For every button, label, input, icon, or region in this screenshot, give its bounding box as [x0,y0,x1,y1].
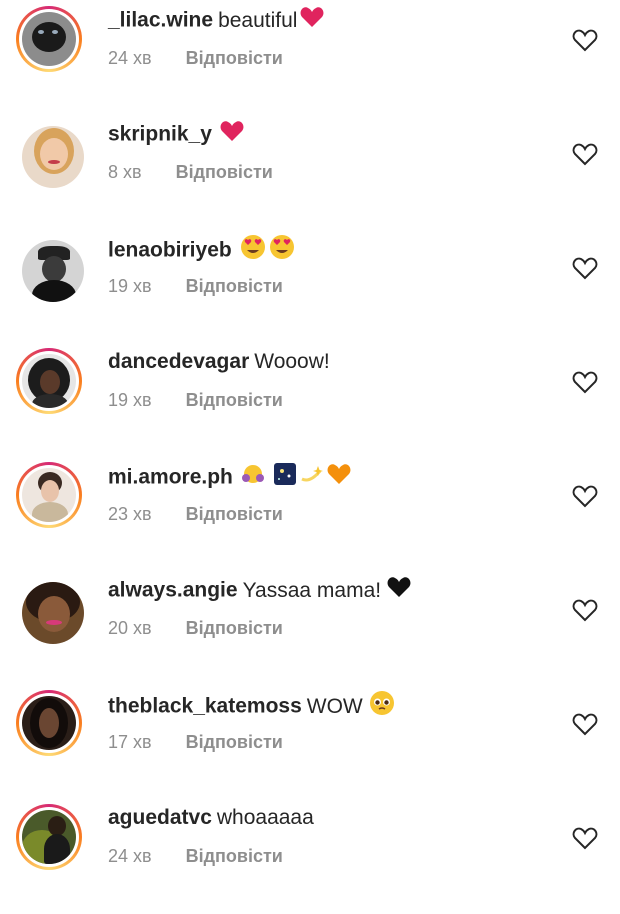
comment-username[interactable]: lenaobiriyeb [108,239,232,262]
comment-username[interactable]: theblack_katemoss [108,695,302,718]
avatar [22,354,76,408]
heart-outline-icon[interactable] [572,598,598,622]
comment-text: Yassaa mama! [242,578,382,602]
heart-outline-icon[interactable] [572,370,598,394]
heart-outline-icon[interactable] [572,28,598,52]
comments-list: _lilac.wine beautiful 24 хв Відповісти skr… [0,0,620,886]
red-heart-emoji [300,6,324,36]
heart-outline-icon[interactable] [572,484,598,508]
orange-heart-emoji [327,463,351,493]
comment-text: Wooow! [254,350,330,373]
night-sky-emoji [273,462,297,494]
comment-username[interactable]: always.angie [108,579,238,602]
avatar [22,468,76,522]
heart-outline-icon[interactable] [572,826,598,850]
heart-outline-icon[interactable] [572,712,598,736]
hugging-face-emoji [241,463,265,493]
dizzy-emoji [300,463,324,493]
comment-time: 23 хв [108,504,152,524]
comment-time: 19 хв [108,390,152,410]
reply-button[interactable]: Відповісти [186,618,283,638]
reply-button[interactable]: Відповісти [186,276,283,296]
comment-username[interactable]: dancedevagar [108,350,249,373]
comment-row: theblack_katemoss WOW 17 хв Відповісти [0,686,620,800]
comment-username[interactable]: aguedatvc [108,806,212,829]
avatar-story-ring[interactable] [16,804,82,870]
avatar [22,696,76,750]
comment-row: lenaobiriyeb 19 хв Відповісти [0,230,620,344]
reply-button[interactable]: Відповісти [186,846,283,866]
avatar-story-ring[interactable] [16,348,82,414]
avatar[interactable] [22,582,84,644]
comment-text: whoaaaaa [216,806,314,829]
avatar[interactable] [22,126,84,188]
comment-row: dancedevagar Wooow! 19 хв Відповісти [0,344,620,458]
avatar [22,810,76,864]
heart-eyes-emoji [240,234,266,268]
avatar [22,12,76,66]
reply-button[interactable]: Відповісти [186,390,283,410]
comment-row: always.angie Yassaa mama! 20 хв Відповісти [0,572,620,686]
heart-outline-icon[interactable] [572,256,598,280]
comment-time: 24 хв [108,48,152,68]
pleading-face-emoji [369,690,395,724]
heart-outline-icon[interactable] [572,142,598,166]
comment-row: skripnik_y 8 хв Відповісти [0,116,620,230]
comment-time: 20 хв [108,618,152,638]
comment-time: 17 хв [108,732,152,752]
red-heart-emoji [220,120,244,150]
reply-button[interactable]: Відповісти [186,48,283,68]
comment-time: 24 хв [108,846,152,866]
comment-time: 19 хв [108,276,152,296]
reply-button[interactable]: Відповісти [186,732,283,752]
comment-row: _lilac.wine beautiful 24 хв Відповісти [0,2,620,116]
reply-button[interactable]: Відповісти [176,162,273,182]
comment-row: aguedatvc whoaaaaa 24 хв Відповісти [0,800,620,914]
avatar-story-ring[interactable] [16,462,82,528]
black-heart-emoji [387,576,411,606]
comment-username[interactable]: mi.amore.ph [108,466,233,489]
avatar-story-ring[interactable] [16,690,82,756]
avatar[interactable] [22,240,84,302]
comment-time: 8 хв [108,162,142,182]
comment-username[interactable]: skripnik_y [108,123,212,146]
comment-text: WOW [306,694,363,718]
reply-button[interactable]: Відповісти [186,504,283,524]
comment-username[interactable]: _lilac.wine [108,9,213,32]
heart-eyes-emoji [269,234,295,268]
comment-text: beautiful [218,8,298,32]
comment-row: mi.amore.ph 23 хв Відповісти [0,458,620,572]
avatar-story-ring[interactable] [16,6,82,72]
